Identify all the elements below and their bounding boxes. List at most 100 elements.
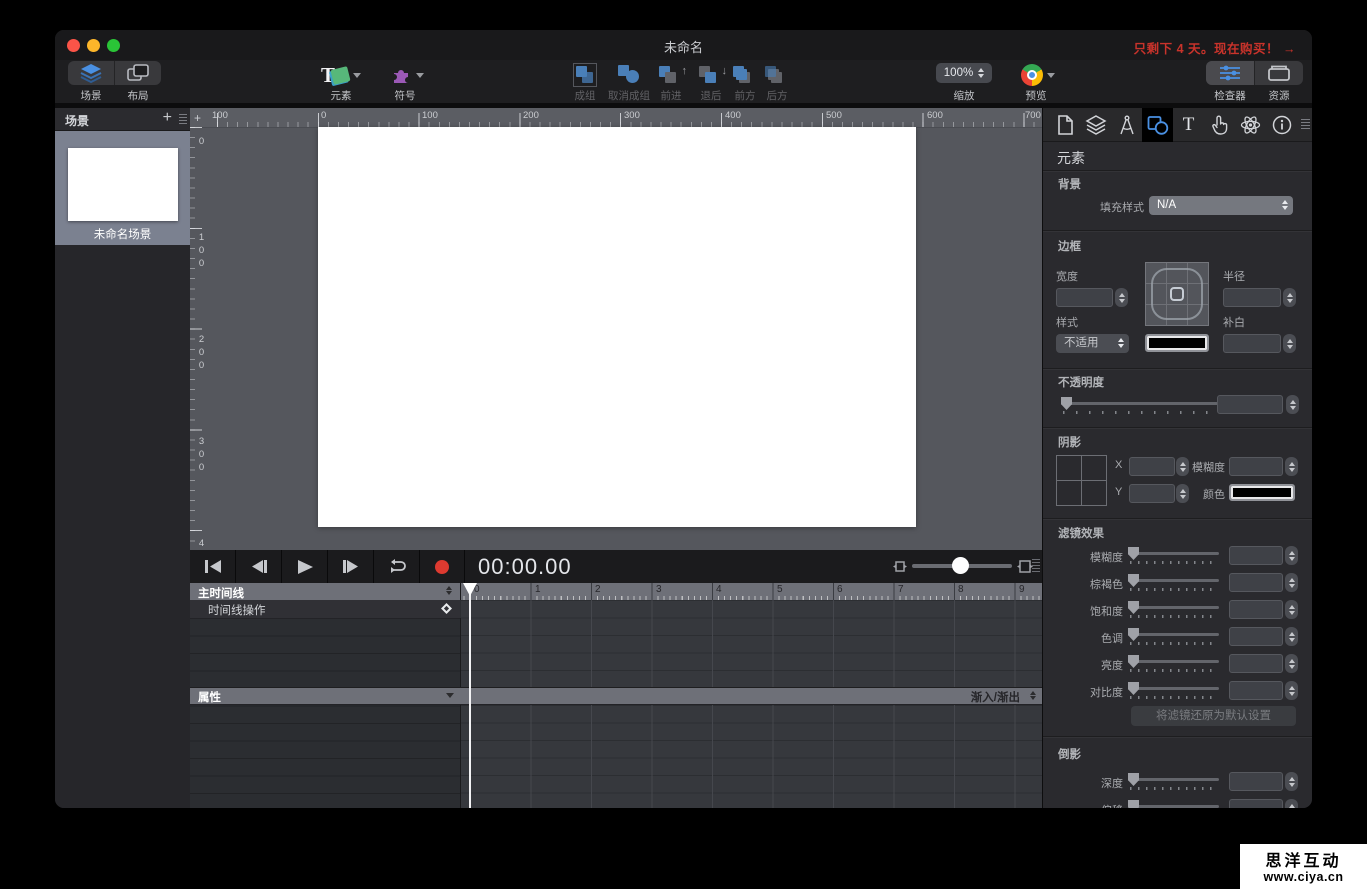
properties-header[interactable]: 属性 渐入/渐出	[190, 687, 1042, 705]
loop-button[interactable]	[374, 550, 420, 583]
tabbar-grip-icon[interactable]	[1301, 119, 1310, 131]
tab-actions[interactable]	[1204, 108, 1235, 142]
filter-contrast-stepper[interactable]	[1285, 681, 1298, 700]
opacity-slider[interactable]	[1061, 396, 1218, 412]
filter-contrast-slider[interactable]	[1128, 681, 1219, 697]
border-radius-stepper[interactable]	[1283, 288, 1296, 307]
zoom-stepper[interactable]: 100%	[936, 63, 992, 83]
main-timeline-header[interactable]: 主时间线	[190, 583, 461, 600]
filter-brightness-field[interactable]	[1229, 654, 1283, 673]
reflection-offset-slider[interactable]	[1128, 799, 1219, 808]
play-icon	[296, 559, 314, 575]
record-button[interactable]	[420, 550, 465, 583]
reflection-depth-field[interactable]	[1229, 772, 1283, 791]
filter-sepia-slider[interactable]	[1128, 573, 1219, 589]
slider-thumb[interactable]	[1061, 397, 1072, 410]
shadow-blur-field[interactable]	[1229, 457, 1283, 476]
buy-now-link[interactable]: 只剩下 4 天。现在购买！ →	[1134, 38, 1296, 57]
shadow-x-field[interactable]	[1129, 457, 1175, 476]
ease-stepper-icon[interactable]	[1030, 691, 1036, 700]
tab-document[interactable]	[1049, 108, 1080, 142]
send-back-button[interactable]	[759, 62, 795, 88]
canvas-area[interactable]: 100 0 100 200 300 400 500 600 700 + 0 10…	[190, 108, 1042, 550]
border-width-field[interactable]	[1056, 288, 1113, 307]
bring-front-button[interactable]	[727, 62, 763, 88]
symbols-button[interactable]	[385, 62, 429, 88]
tab-metrics[interactable]	[1111, 108, 1142, 142]
shadow-y-field[interactable]	[1129, 484, 1175, 503]
reflection-depth-slider[interactable]	[1128, 772, 1219, 788]
preview-button[interactable]	[1015, 62, 1061, 88]
tab-identity[interactable]	[1266, 108, 1297, 142]
shadow-direction-widget[interactable]	[1056, 455, 1107, 506]
border-style-dropdown[interactable]: 不适用	[1056, 334, 1129, 353]
ease-selector[interactable]: 渐入/渐出	[971, 689, 1020, 705]
tab-scene[interactable]	[1080, 108, 1111, 142]
bring-front-label: 前方	[727, 88, 763, 101]
border-radius-field[interactable]	[1223, 288, 1281, 307]
chevron-down-icon[interactable]	[446, 693, 454, 698]
filter-saturation-field[interactable]	[1229, 600, 1283, 619]
filter-brightness-slider[interactable]	[1128, 654, 1219, 670]
tab-physics[interactable]	[1235, 108, 1266, 142]
transport-grip-icon[interactable]	[1032, 559, 1040, 573]
reset-filters-button[interactable]: 将滤镜还原为默认设置	[1131, 706, 1296, 726]
border-color-well[interactable]	[1145, 334, 1209, 352]
border-width-stepper[interactable]	[1115, 288, 1128, 307]
step-back-button[interactable]	[236, 550, 282, 583]
send-backward-button[interactable]: ↓	[693, 62, 729, 88]
scene-canvas[interactable]	[318, 127, 916, 527]
filter-sepia-stepper[interactable]	[1285, 573, 1298, 592]
filter-hue-slider[interactable]	[1128, 627, 1219, 643]
border-padding-stepper[interactable]	[1283, 334, 1296, 353]
filter-blur-slider[interactable]	[1128, 546, 1219, 562]
elements-button[interactable]: T	[313, 62, 369, 88]
tab-text[interactable]: T	[1173, 108, 1204, 142]
sidebar-grip-icon[interactable]	[179, 114, 187, 124]
shadow-blur-stepper[interactable]	[1285, 457, 1298, 476]
filter-sepia-field[interactable]	[1229, 573, 1283, 592]
step-forward-button[interactable]	[328, 550, 374, 583]
reflection-offset-stepper[interactable]	[1285, 799, 1298, 808]
filter-brightness-stepper[interactable]	[1285, 654, 1298, 673]
timeline-actions-row[interactable]: 时间线操作	[190, 600, 460, 619]
filter-saturation-stepper[interactable]	[1285, 600, 1298, 619]
timeline-ruler[interactable]: 0 1 2 3 4 5 6 7 8 9	[461, 583, 1042, 600]
border-sides-widget[interactable]	[1145, 262, 1209, 326]
fill-style-dropdown[interactable]: N/A	[1149, 196, 1293, 215]
layouts-button[interactable]	[114, 61, 161, 85]
opacity-stepper[interactable]	[1286, 395, 1299, 414]
inspector-toggle-button[interactable]	[1206, 61, 1254, 85]
filter-blur-stepper[interactable]	[1285, 546, 1298, 565]
border-style-label: 样式	[1056, 314, 1096, 330]
ungroup-button[interactable]	[605, 62, 653, 88]
reflection-offset-field[interactable]	[1229, 799, 1283, 808]
jump-to-start-button[interactable]	[190, 550, 236, 583]
keyframe-diamond-icon[interactable]	[441, 603, 452, 614]
stepper-arrows-icon	[978, 68, 984, 78]
tab-element[interactable]	[1142, 108, 1173, 142]
filter-contrast-field[interactable]	[1229, 681, 1283, 700]
play-button[interactable]	[282, 550, 328, 583]
border-padding-field[interactable]	[1223, 334, 1281, 353]
timeline-switcher-icon[interactable]	[446, 586, 452, 595]
shadow-color-well[interactable]	[1229, 484, 1295, 501]
group-button[interactable]	[567, 62, 603, 88]
scene-list-item-selected[interactable]: 未命名场景	[55, 131, 190, 245]
filter-hue-field[interactable]	[1229, 627, 1283, 646]
time-tick: 4	[716, 584, 722, 595]
filter-saturation-slider[interactable]	[1128, 600, 1219, 616]
reflection-depth-stepper[interactable]	[1285, 772, 1298, 791]
timeline-zoom-thumb[interactable]	[952, 557, 969, 574]
scenes-button[interactable]	[68, 61, 114, 85]
scene-thumbnail[interactable]	[68, 148, 178, 221]
opacity-section-label: 不透明度	[1058, 374, 1104, 390]
opacity-field[interactable]	[1217, 395, 1283, 414]
playhead-line[interactable]	[469, 583, 471, 808]
bring-forward-button[interactable]: ↑	[653, 62, 689, 88]
zoom-out-icon[interactable]	[892, 560, 908, 573]
resources-toggle-button[interactable]	[1254, 61, 1303, 85]
add-scene-button[interactable]: +	[163, 109, 172, 127]
filter-blur-field[interactable]	[1229, 546, 1283, 565]
filter-hue-stepper[interactable]	[1285, 627, 1298, 646]
